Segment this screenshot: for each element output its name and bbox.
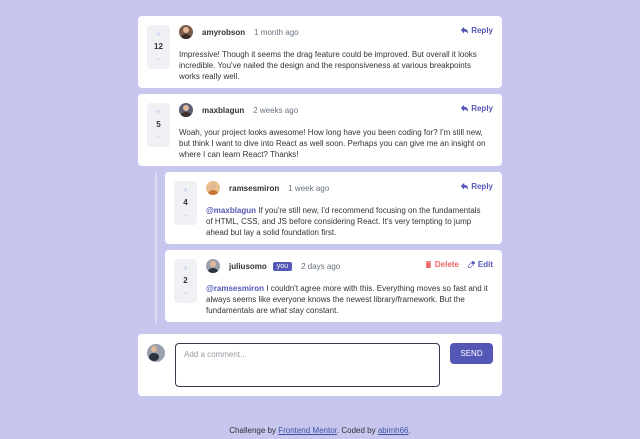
comment-line: but think I want to dive into React as w…	[179, 139, 486, 148]
edit-button[interactable]: Edit	[467, 260, 493, 269]
comment-line: of HTML, CSS, and JS before considering …	[206, 217, 472, 226]
vote-counter: + 4 −	[174, 181, 197, 225]
username[interactable]: juliusomo	[229, 262, 267, 271]
comment-card: + 5 − maxblagun 2 weeks ago Reply Woah, …	[138, 94, 502, 166]
comment-header: amyrobson 1 month ago	[179, 25, 299, 39]
vote-counter: + 2 −	[174, 259, 197, 303]
comment-line: always seems like everyone knows the new…	[206, 295, 465, 304]
comment-input[interactable]	[175, 343, 440, 387]
username[interactable]: ramsesmiron	[229, 184, 279, 193]
avatar	[179, 25, 193, 39]
username[interactable]: maxblagun	[202, 106, 244, 115]
comment-actions: Delete Edit	[425, 260, 493, 269]
author-link[interactable]: abimh66	[378, 426, 409, 435]
avatar	[179, 103, 193, 117]
upvote-button[interactable]: +	[174, 186, 197, 195]
pencil-icon	[467, 261, 475, 268]
attribution-text: . Coded by	[336, 426, 378, 435]
attribution-text: .	[408, 426, 411, 435]
frontend-mentor-link[interactable]: Frontend Mentor	[278, 426, 337, 435]
reply-button[interactable]: Reply	[461, 182, 493, 191]
you-badge: you	[272, 261, 293, 271]
timestamp: 2 weeks ago	[253, 105, 299, 115]
comment-line: ahead but lay a solid foundation first.	[206, 228, 337, 237]
comment-actions: Reply	[461, 104, 493, 113]
reply-label: Reply	[471, 182, 493, 191]
current-user-avatar	[147, 344, 165, 362]
comment-actions: Reply	[461, 182, 493, 191]
comment-card: + 12 − amyrobson 1 month ago Reply Impre…	[138, 16, 502, 88]
username[interactable]: amyrobson	[202, 28, 245, 37]
comment-line: where I can learn React? Thanks!	[179, 150, 299, 159]
downvote-button[interactable]: −	[174, 211, 197, 220]
comment-actions: Reply	[461, 26, 493, 35]
reply-arrow-icon	[461, 105, 469, 112]
reply-button[interactable]: Reply	[461, 26, 493, 35]
timestamp: 1 week ago	[288, 183, 330, 193]
comment-composer: SEND	[138, 334, 502, 396]
comment-line: @ramsesmiron I couldn't agree more with …	[206, 283, 488, 294]
comment-line-text: If you're still new, I'd recommend focus…	[256, 206, 481, 215]
comment-text: Woah, your project looks awesome! How lo…	[179, 127, 485, 160]
downvote-button[interactable]: −	[147, 55, 170, 64]
attribution: Challenge by Frontend Mentor. Coded by a…	[0, 426, 640, 435]
score: 2	[183, 276, 188, 285]
attribution-text: Challenge by	[229, 426, 279, 435]
reply-button[interactable]: Reply	[461, 104, 493, 113]
comment-header: maxblagun 2 weeks ago	[179, 103, 298, 117]
delete-button[interactable]: Delete	[425, 260, 459, 269]
upvote-button[interactable]: +	[174, 264, 197, 273]
comment-header: juliusomo you 2 days ago	[206, 259, 340, 273]
avatar	[206, 259, 220, 273]
comment-line: Impressive! Though it seems the drag fea…	[179, 50, 477, 59]
avatar	[206, 181, 220, 195]
send-button[interactable]: SEND	[450, 343, 493, 364]
comment-text: @ramsesmiron I couldn't agree more with …	[206, 283, 488, 316]
timestamp: 1 month ago	[254, 27, 299, 37]
comment-text: @maxblagun If you're still new, I'd reco…	[206, 205, 481, 238]
timestamp: 2 days ago	[301, 261, 341, 271]
upvote-button[interactable]: +	[147, 30, 170, 39]
delete-label: Delete	[434, 260, 459, 269]
edit-label: Edit	[477, 260, 493, 269]
comment-line: incredible. You've nailed the design and…	[179, 61, 471, 70]
vote-counter: + 12 −	[147, 25, 170, 69]
comment-line: works really well.	[179, 72, 240, 81]
comment-text: Impressive! Though it seems the drag fea…	[179, 49, 477, 82]
vote-counter: + 5 −	[147, 103, 170, 147]
reply-label: Reply	[471, 104, 493, 113]
reply-card: + 4 − ramsesmiron 1 week ago Reply @maxb…	[165, 172, 502, 244]
reply-arrow-icon	[461, 27, 469, 34]
comment-line: @maxblagun If you're still new, I'd reco…	[206, 205, 481, 216]
mention-link[interactable]: @ramsesmiron	[206, 284, 264, 293]
upvote-button[interactable]: +	[147, 108, 170, 117]
trash-icon	[425, 261, 432, 268]
score: 4	[183, 198, 188, 207]
downvote-button[interactable]: −	[174, 289, 197, 298]
reply-label: Reply	[471, 26, 493, 35]
mention-link[interactable]: @maxblagun	[206, 206, 256, 215]
comment-line: Woah, your project looks awesome! How lo…	[179, 128, 483, 137]
reply-thread-line	[155, 173, 157, 323]
downvote-button[interactable]: −	[147, 133, 170, 142]
score: 5	[156, 120, 161, 129]
score: 12	[154, 42, 163, 51]
reply-card: + 2 − juliusomo you 2 days ago Delete Ed…	[165, 250, 502, 322]
reply-arrow-icon	[461, 183, 469, 190]
comment-header: ramsesmiron 1 week ago	[206, 181, 329, 195]
comment-line: fundamentals are what stay constant.	[206, 306, 339, 315]
comment-line-text: I couldn't agree more with this. Everyth…	[264, 284, 488, 293]
